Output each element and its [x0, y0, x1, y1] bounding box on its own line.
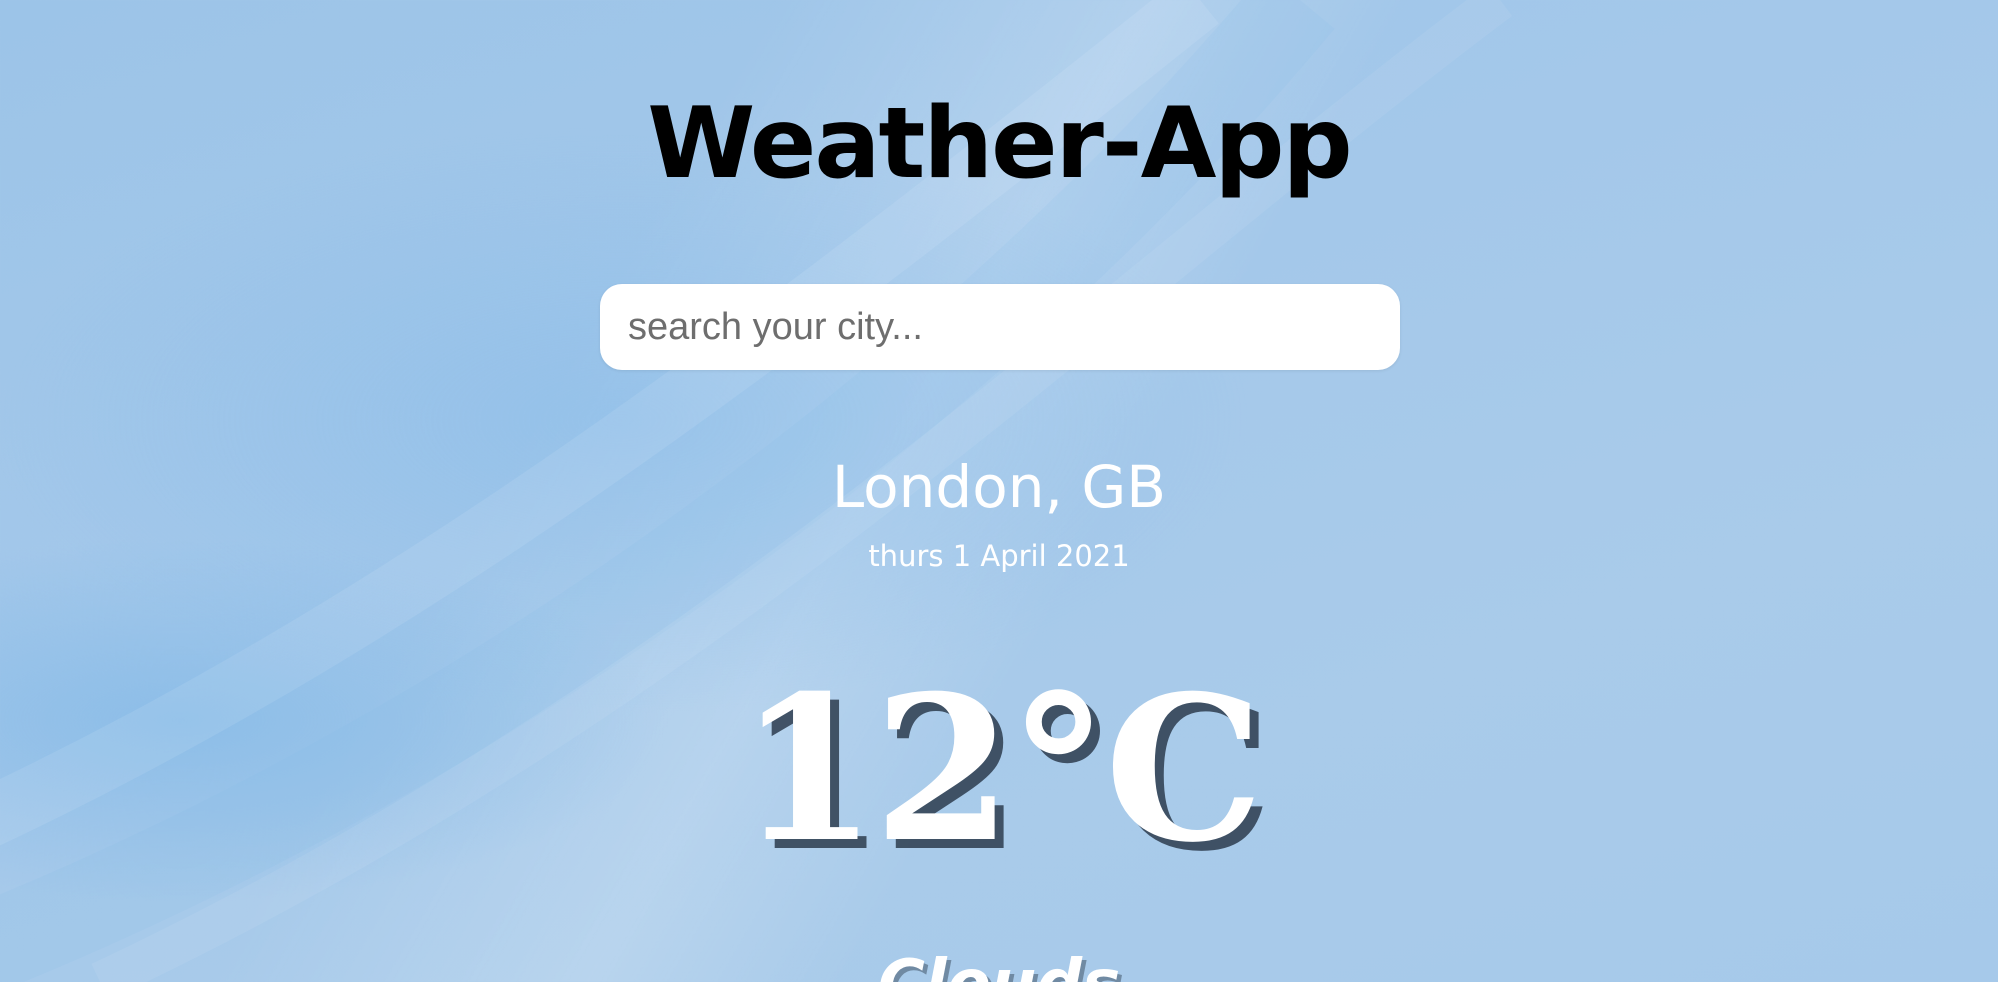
location-name: London, GB: [831, 453, 1167, 521]
app-title: Weather-App: [647, 87, 1352, 201]
weather-condition: Clouds: [0, 944, 1998, 982]
temperature-reading: 12°C: [738, 652, 1264, 887]
current-date: thurs 1 April 2021: [868, 539, 1130, 573]
search-input[interactable]: [600, 284, 1400, 370]
